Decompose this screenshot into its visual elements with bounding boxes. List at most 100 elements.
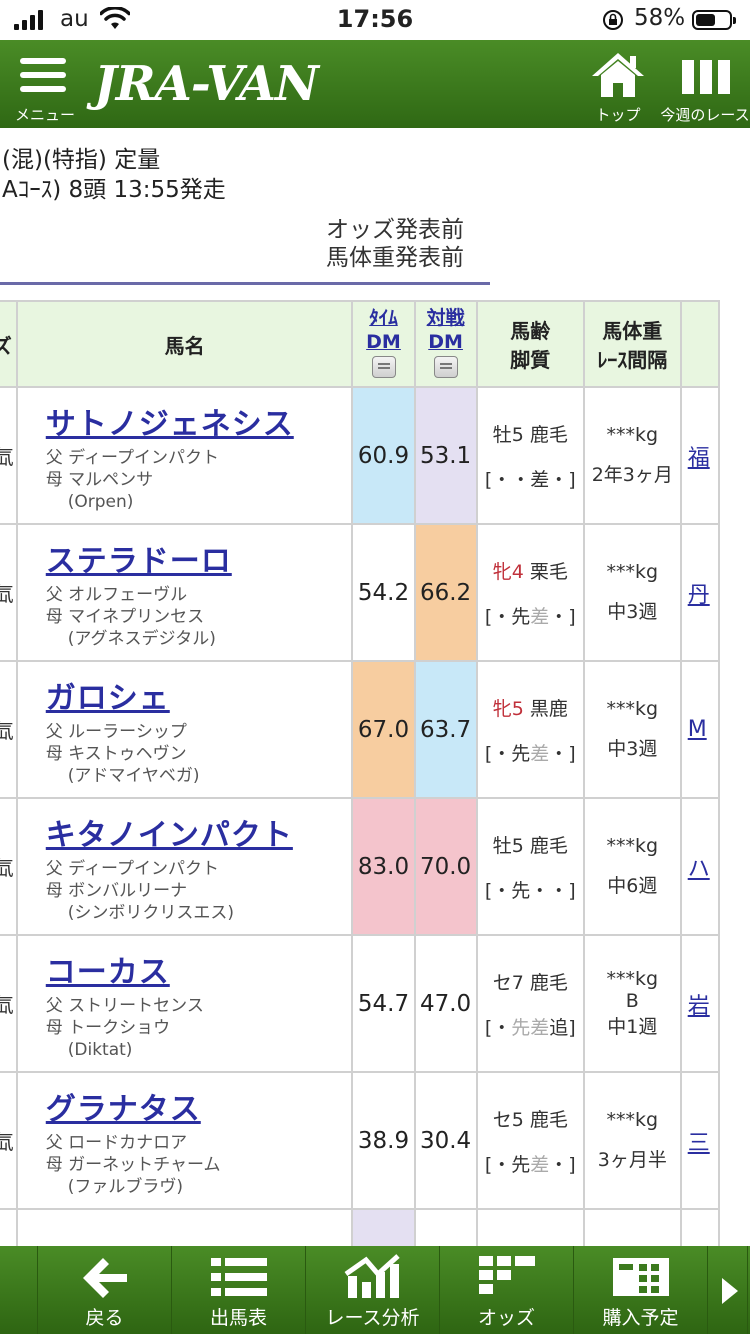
sire-name: 父 ディープインパクト <box>45 858 219 879</box>
table-row: 氙キタノインパクト父 ディープインパクト母 ボンバルリーナ (シンボリクリスエス)… <box>0 797 721 936</box>
horse-name-link[interactable]: サトノジェネシス <box>46 399 352 443</box>
jockey-cell[interactable]: M <box>679 660 721 799</box>
app-header: メニュー JRA-VAN トップ 今週のレース <box>0 40 750 128</box>
coat-color: 鹿毛 <box>529 971 568 994</box>
this-week-races-button[interactable]: 今週のレース <box>660 50 750 126</box>
age-style-cell: 牝4 栗毛 [・先差・] <box>475 523 585 662</box>
jockey-link[interactable]: ハ <box>688 857 710 882</box>
vs-dm-header[interactable]: 対戦 DM <box>413 300 478 388</box>
odds-cell-text: 氙 <box>0 856 14 880</box>
jockey-cell[interactable]: ハ <box>679 797 721 936</box>
sex-age: 牝5 <box>492 697 524 720</box>
table-row: 氙サトノジェネシス父 ディープインパクト母 マルペンサ (Orpen) 60.9 53… <box>0 386 721 525</box>
jockey-link[interactable]: 福 <box>688 446 710 471</box>
this-week-label: 今週のレース <box>660 106 750 124</box>
age-header-line1: 馬齢 <box>510 319 551 343</box>
vs-dm-value: 30.4 <box>419 1127 472 1154</box>
dam-name: 母 ボンバルリーナ <box>45 880 188 901</box>
odds-cell-text: 氙 <box>0 719 14 743</box>
odds-column-label: ズ <box>0 333 12 358</box>
sex-age-coat: 牡5 鹿毛 <box>478 420 583 447</box>
time-dm-value: 60.9 <box>357 442 410 469</box>
dam-name: 母 キストゥヘヴン <box>45 743 187 764</box>
running-style-b: 先差 <box>511 1016 550 1039</box>
jockey-cell[interactable]: 岩 <box>679 934 721 1073</box>
jockey-link[interactable]: 岩 <box>688 994 710 1019</box>
running-style: [・先差・] <box>478 1150 583 1177</box>
list-icon <box>210 1258 267 1296</box>
odds-cell: 氙 <box>0 1071 18 1210</box>
nav-more-button[interactable] <box>708 1246 748 1334</box>
announcement-status: オッズ発表前 馬体重発表前 <box>326 216 464 272</box>
jockey-cell[interactable]: 三 <box>679 1071 721 1210</box>
sex-age-coat: 牡5 鹿毛 <box>478 831 583 858</box>
running-style-a: [・先 <box>484 879 531 902</box>
top-button[interactable]: トップ <box>590 50 646 126</box>
jockey-link[interactable]: 丹 <box>688 583 710 608</box>
vs-dm-line1: 対戦 <box>426 306 465 329</box>
time-dm-sort-icon[interactable] <box>371 355 396 378</box>
jockey-cell[interactable]: 福 <box>679 386 721 525</box>
time-dm-cell: 67.0 <box>351 660 416 799</box>
weight-header-line1: 馬体重 <box>602 319 663 343</box>
jockey-link[interactable]: 三 <box>688 1131 710 1156</box>
running-style-c: ・] <box>549 468 576 491</box>
weight-interval-cell: ***kg 3ヶ月半 <box>582 1071 682 1210</box>
sex-age: 牡5 <box>492 834 524 857</box>
vs-dm-cell: 47.0 <box>413 934 478 1073</box>
time-dm-cell: 38.9 <box>351 1071 416 1210</box>
horse-name-link[interactable]: ステラドーロ <box>46 536 352 580</box>
entries-table: ズ 馬名 ﾀｲﾑ DM 対戦 DM 馬齢 脚質 馬体重 ﾚｰｽ間隔 氙サトノジェネシス父… <box>0 300 721 1246</box>
race-interval: 中6週 <box>607 875 658 897</box>
nav-odds-button[interactable]: オッズ <box>440 1246 574 1334</box>
weight-interval-cell: ***kg 中3週 <box>582 523 682 662</box>
horse-name-cell: コーカス父 ストリートセンス母 トークショウ (Diktat) <box>15 934 354 1073</box>
odds-column-header[interactable]: ズ <box>0 300 18 388</box>
sex-age-coat: セ5 鹿毛 <box>478 1105 583 1132</box>
time-dm-line2: DM <box>366 330 401 353</box>
odds-cell: 氙 <box>0 386 18 525</box>
sex-age: 牝4 <box>492 560 524 583</box>
nav-race-analysis-button[interactable]: レース分析 <box>306 1246 440 1334</box>
nav-race-card-button[interactable]: 出馬表 <box>172 1246 306 1334</box>
horse-name-link[interactable]: キタノインパクト <box>46 810 352 854</box>
odds-cell-text: 氙 <box>0 445 14 469</box>
time-dm-link[interactable]: ﾀｲﾑ DM <box>353 306 413 354</box>
vs-dm-value: 70.0 <box>419 853 472 880</box>
age-style-cell: 牡5 鹿毛 [・・差・] <box>475 386 585 525</box>
time-dm-cell: 83.0 <box>351 797 416 936</box>
horse-name-link[interactable]: ガロシェ <box>46 673 352 717</box>
menu-button[interactable]: メニュー <box>12 52 75 124</box>
running-style-c: 追] <box>549 1016 576 1039</box>
running-style-a: [・ <box>484 1016 512 1039</box>
dam-name: 母 トークショウ <box>45 1017 171 1038</box>
vs-dm-value: 63.7 <box>419 716 472 743</box>
running-style-c: ・] <box>549 742 576 765</box>
nav-back-label: 戻る <box>85 1307 124 1329</box>
running-style: [・先・・] <box>478 876 583 903</box>
broodmare-sire-name: (Diktat) <box>67 1039 133 1060</box>
vs-dm-link[interactable]: 対戦 DM <box>416 306 476 354</box>
horse-name-cell: キタノインパクト父 ディープインパクト母 ボンバルリーナ (シンボリクリスエス) <box>15 797 354 936</box>
extra-column-header <box>679 300 721 388</box>
vs-dm-sort-icon[interactable] <box>433 355 458 378</box>
purchase-ticket-icon <box>612 1258 669 1296</box>
jra-van-logo[interactable]: JRA-VAN <box>94 56 319 112</box>
table-row: 氙ステラドーロ父 オルフェーヴル母 マイネプリンセス (アグネスデジタル) 54.2… <box>0 523 721 662</box>
nav-purchase-plan-label: 購入予定 <box>602 1307 679 1329</box>
odds-cell-text: 氙 <box>0 582 14 606</box>
odds-cell: 氙 <box>0 660 18 799</box>
horse-name-link[interactable]: コーカス <box>46 947 352 991</box>
chevron-right-icon <box>722 1278 738 1304</box>
top-label: トップ <box>595 106 641 124</box>
jockey-cell[interactable] <box>679 1208 721 1246</box>
weight-interval-cell: ***kg 2年3ヶ月 <box>582 386 682 525</box>
nav-purchase-plan-button[interactable]: 購入予定 <box>574 1246 708 1334</box>
horse-name-link[interactable]: グラナタス <box>46 1084 352 1128</box>
jockey-link[interactable]: M <box>688 717 707 742</box>
nav-race-card-label: 出馬表 <box>209 1307 267 1329</box>
jockey-cell[interactable]: 丹 <box>679 523 721 662</box>
nav-back-button[interactable]: 戻る <box>38 1246 172 1334</box>
time-dm-header[interactable]: ﾀｲﾑ DM <box>351 300 416 388</box>
table-row: 氙コーカス父 ストリートセンス母 トークショウ (Diktat) 54.7 47.0 セ… <box>0 934 721 1073</box>
